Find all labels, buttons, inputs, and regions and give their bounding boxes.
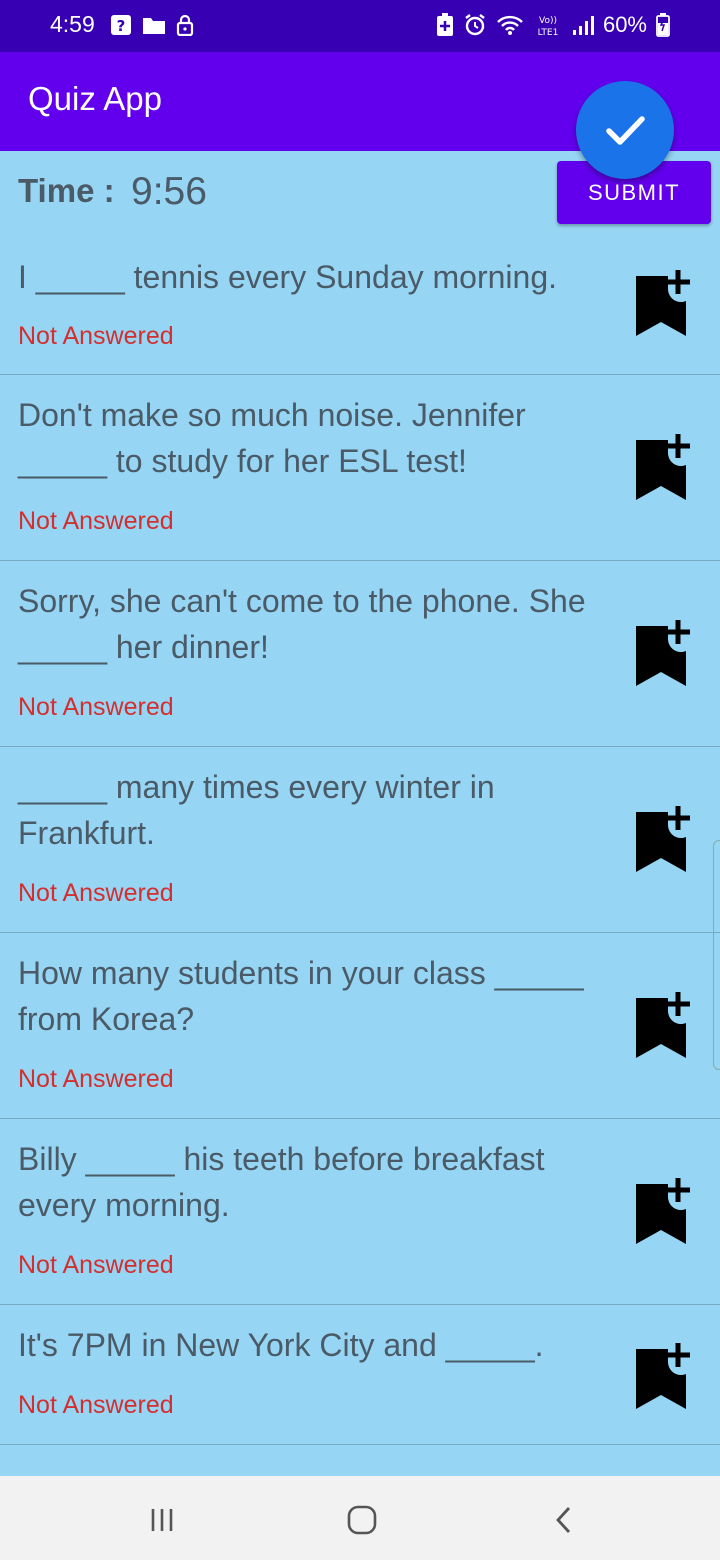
question-item[interactable]: _____ many times every winter in Frankfu… <box>0 747 720 933</box>
answer-status: Not Answered <box>18 879 174 907</box>
question-text: Don't make so much noise. Jennifer _____… <box>18 397 526 479</box>
back-button[interactable] <box>542 1500 586 1540</box>
alarm-icon <box>465 14 485 36</box>
status-bar: 4:59 ? Vo)) LTE1 60% <box>0 0 720 52</box>
lock-icon <box>176 14 194 36</box>
question-text: I _____ tennis every Sunday morning. <box>18 259 557 295</box>
wifi-icon <box>497 15 523 35</box>
back-icon <box>556 1507 571 1533</box>
question-item[interactable]: Don't make so much noise. Jennifer _____… <box>0 375 720 561</box>
app-title: Quiz App <box>28 80 162 117</box>
bookmark-add-icon[interactable] <box>630 1178 692 1244</box>
answer-status: Not Answered <box>18 1391 174 1419</box>
bookmark-add-icon[interactable] <box>630 434 692 500</box>
svg-text:LTE1: LTE1 <box>538 28 559 37</box>
answer-status: Not Answered <box>18 1251 174 1279</box>
question-list[interactable]: I _____ tennis every Sunday morning. Not… <box>0 242 720 1476</box>
recents-icon <box>151 1509 173 1531</box>
svg-text:?: ? <box>117 17 126 35</box>
battery-saver-icon <box>436 13 453 36</box>
check-icon <box>606 116 645 145</box>
battery-icon <box>656 13 670 37</box>
home-button[interactable] <box>340 1500 384 1540</box>
answer-status: Not Answered <box>18 693 174 721</box>
bookmark-add-icon[interactable] <box>630 270 692 336</box>
timer-value: 9:56 <box>131 170 207 213</box>
recents-button[interactable] <box>140 1500 184 1540</box>
bookmark-add-icon[interactable] <box>630 992 692 1058</box>
check-fab[interactable] <box>576 81 674 179</box>
bookmark-add-icon[interactable] <box>630 620 692 686</box>
bookmark-add-icon[interactable] <box>630 806 692 872</box>
question-item[interactable]: Sorry, she can't come to the phone. She … <box>0 561 720 747</box>
question-item[interactable]: It's 7PM in New York City and _____. Not… <box>0 1305 720 1445</box>
question-text: _____ many times every winter in Frankfu… <box>18 769 495 851</box>
status-icons-right: Vo)) LTE1 60% <box>436 12 670 38</box>
bookmark-add-icon[interactable] <box>630 1343 692 1409</box>
svg-text:Vo)): Vo)) <box>539 16 557 26</box>
notification-icon: ? <box>111 15 131 35</box>
folder-icon <box>143 18 165 34</box>
answer-status: Not Answered <box>18 507 174 535</box>
question-text: Sorry, she can't come to the phone. She … <box>18 583 586 665</box>
home-icon <box>347 1505 377 1535</box>
answer-status: Not Answered <box>18 322 174 350</box>
timer-label: Time : <box>18 172 115 209</box>
question-text: It's 7PM in New York City and _____. <box>18 1327 544 1363</box>
status-icons-left: ? <box>110 14 194 36</box>
question-item[interactable]: How many students in your class _____ fr… <box>0 933 720 1119</box>
question-item[interactable]: Billy _____ his teeth before breakfast e… <box>0 1119 720 1305</box>
signal-icon <box>572 16 594 35</box>
scrollbar[interactable] <box>713 840 720 1070</box>
question-item[interactable]: I _____ tennis every Sunday morning. Not… <box>0 242 720 375</box>
question-text: Billy _____ his teeth before breakfast e… <box>18 1141 545 1223</box>
question-text: How many students in your class _____ fr… <box>18 955 584 1037</box>
status-time: 4:59 <box>50 11 95 37</box>
navigation-bar <box>0 1476 720 1560</box>
answer-status: Not Answered <box>18 1065 174 1093</box>
volte-icon: Vo)) LTE1 <box>538 16 559 37</box>
battery-percent: 60% <box>602 12 647 37</box>
